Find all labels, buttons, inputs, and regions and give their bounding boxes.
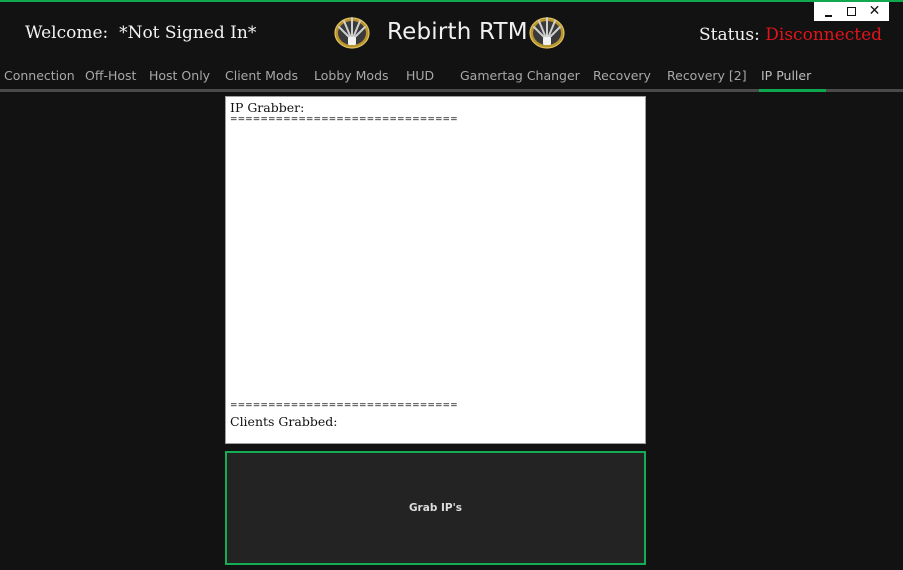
- grab-ips-button[interactable]: Grab IP's: [225, 451, 646, 565]
- signed-in-user: *Not Signed In*: [119, 23, 257, 43]
- connection-status: Status: Disconnected: [699, 25, 882, 45]
- tab-connection[interactable]: Connection: [4, 68, 75, 83]
- ip-grabber-output[interactable]: IP Grabber: ============================…: [225, 96, 646, 444]
- close-button[interactable]: ✕: [865, 3, 885, 20]
- window-controls: ✕: [814, 2, 889, 21]
- tab-recovery[interactable]: Recovery: [593, 68, 651, 83]
- output-heading: IP Grabber:: [230, 100, 305, 115]
- rebirth-emblem-icon: [334, 17, 370, 49]
- output-separator-top: ==============================: [230, 115, 458, 125]
- welcome-text: Welcome: *Not Signed In*: [25, 23, 256, 43]
- tab-ip-puller[interactable]: IP Puller: [761, 68, 811, 83]
- tab-gamertag-changer[interactable]: Gamertag Changer: [460, 68, 580, 83]
- clients-grabbed-label: Clients Grabbed:: [230, 414, 338, 429]
- status-label: Status:: [699, 25, 760, 45]
- active-tab-indicator: [759, 89, 826, 92]
- window-accent-bar: [0, 0, 903, 2]
- tab-off-host[interactable]: Off-Host: [85, 68, 136, 83]
- tab-lobby-mods[interactable]: Lobby Mods: [314, 68, 389, 83]
- output-footer-block: ============================== Clients G…: [230, 401, 458, 429]
- tab-recovery-2[interactable]: Recovery [2]: [667, 68, 747, 83]
- grab-ips-button-label: Grab IP's: [408, 502, 463, 514]
- tab-host-only[interactable]: Host Only: [149, 68, 210, 83]
- welcome-label: Welcome:: [25, 23, 109, 43]
- tab-client-mods[interactable]: Client Mods: [225, 68, 298, 83]
- tab-hud[interactable]: HUD: [406, 68, 434, 83]
- rebirth-emblem-icon: [529, 17, 565, 49]
- status-value: Disconnected: [765, 25, 883, 45]
- tab-bar: Connection Off-Host Host Only Client Mod…: [0, 62, 903, 89]
- close-icon: ✕: [868, 3, 881, 19]
- minimize-button[interactable]: [819, 3, 839, 20]
- maximize-button[interactable]: [842, 3, 862, 20]
- app-title: Rebirth RTM: [387, 19, 528, 45]
- output-separator-bottom: ==============================: [230, 401, 458, 411]
